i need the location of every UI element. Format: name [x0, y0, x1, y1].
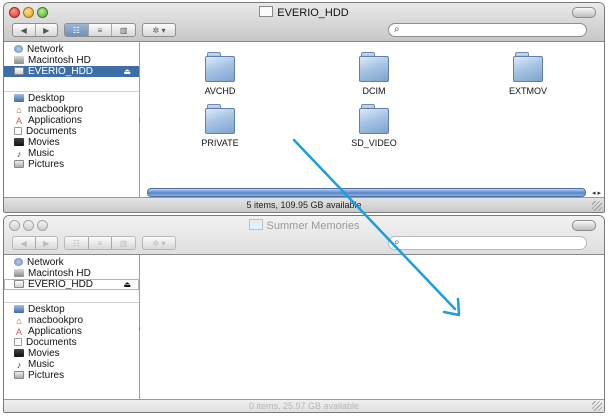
drag-arrow-line	[292, 138, 457, 311]
drag-arrow-icon	[292, 138, 461, 317]
